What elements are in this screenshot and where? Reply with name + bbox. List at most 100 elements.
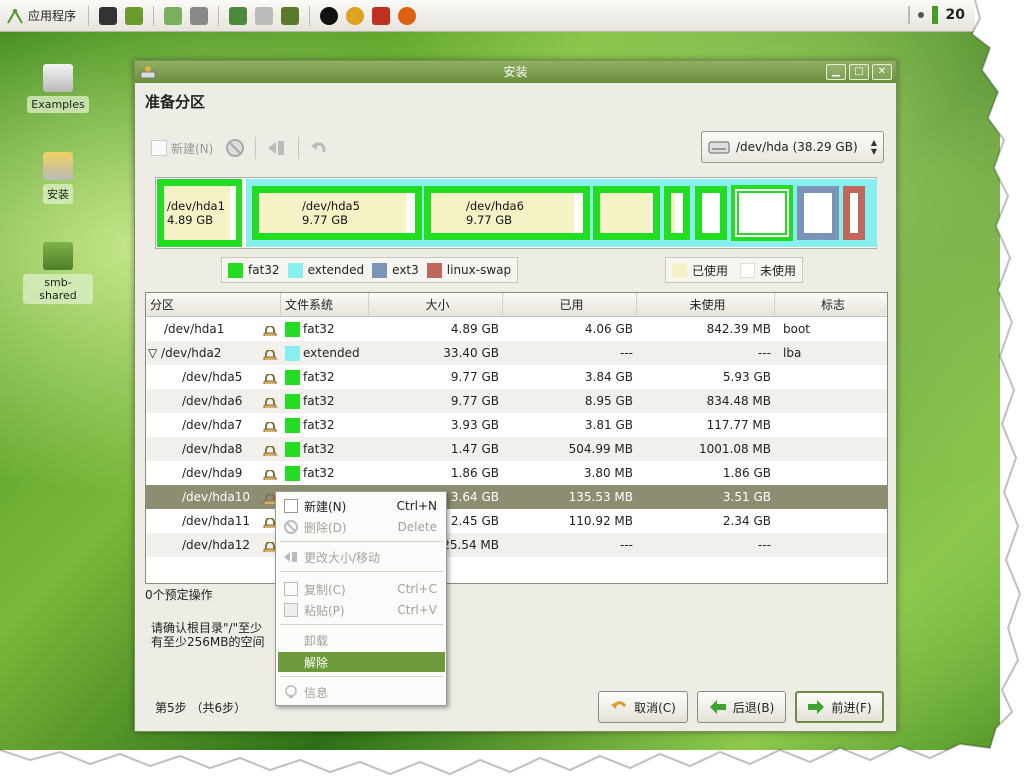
partition-map-hda6[interactable]: /dev/hda6 9.77 GB: [424, 186, 590, 240]
menu-item-copy[interactable]: 复制(C) Ctrl+C: [278, 579, 445, 599]
menu-item-paste[interactable]: 粘贴(P) Ctrl+V: [278, 600, 445, 620]
paste-icon: [284, 603, 298, 617]
maximize-button[interactable]: □: [849, 64, 869, 80]
table-row[interactable]: /dev/hda9 fat32 1.86 GB 3.80 MB 1.86 GB: [146, 461, 887, 485]
firefox-icon[interactable]: [398, 6, 417, 25]
scanner-icon[interactable]: [190, 6, 209, 25]
desktop-icon-smb-shared[interactable]: smb-shared: [23, 242, 93, 304]
filesystem-swatch: [285, 441, 300, 457]
table-row[interactable]: /dev/hda7 fat32 3.93 GB 3.81 GB 117.77 MB: [146, 413, 887, 437]
desktop-icon-installer[interactable]: 安装: [23, 152, 93, 204]
undo-button[interactable]: [303, 138, 335, 158]
menu-item-new[interactable]: 新建(N) Ctrl+N: [278, 496, 445, 516]
column-header-used[interactable]: 已用: [503, 293, 637, 316]
partition-map-hda1-label: /dev/hda1: [167, 199, 225, 213]
root-space-warning: 请确认根目录"/"至少 有至少256MB的空间: [151, 621, 281, 649]
lock-icon: [263, 350, 277, 360]
table-row[interactable]: /dev/hda12 25.54 MB --- ---: [146, 533, 887, 557]
unused-cell: 834.48 MB: [706, 394, 771, 408]
partition-map-hda7[interactable]: [593, 186, 660, 240]
arrow-left-icon: [709, 700, 726, 714]
filesystem-swatch: [285, 345, 300, 361]
penguin-icon[interactable]: [320, 6, 339, 25]
partition-map-extended[interactable]: /dev/hda5 9.77 GB /dev/hda6 9.77 GB: [246, 179, 877, 247]
terminal-icon[interactable]: [99, 6, 118, 25]
menu-item-delete[interactable]: 删除(D) Delete: [278, 517, 445, 537]
partition-map-hda12[interactable]: [843, 186, 865, 240]
menu-item-label: 信息: [304, 685, 329, 700]
table-row[interactable]: /dev/hda8 fat32 1.47 GB 504.99 MB 1001.08 MB: [146, 437, 887, 461]
partition-map-hda8[interactable]: [664, 186, 690, 240]
device-selector[interactable]: /dev/hda (38.29 GB) ▲ ▼: [701, 131, 884, 163]
column-header-filesystem[interactable]: 文件系统: [281, 293, 369, 316]
partition-map-hda9[interactable]: [695, 186, 727, 240]
menu-item-info[interactable]: 信息: [278, 682, 445, 702]
partition-cell: /dev/hda12: [146, 538, 281, 552]
partition-name: /dev/hda5: [182, 370, 243, 384]
harddisk-icon: [708, 141, 730, 154]
partition-map-hda10[interactable]: [731, 185, 793, 241]
panel-separator: [88, 5, 90, 26]
table-row[interactable]: /dev/hda10 3.64 GB 135.53 MB 3.51 GB: [146, 485, 887, 509]
table-row[interactable]: /dev/hda5 fat32 9.77 GB 3.84 GB 5.93 GB: [146, 365, 887, 389]
unused-cell: 2.34 GB: [722, 514, 771, 528]
delete-partition-button[interactable]: [219, 138, 251, 158]
menu-item-resize-move[interactable]: 更改大小/移动: [278, 547, 445, 567]
filesystem-cell: fat32: [281, 465, 369, 481]
star-icon[interactable]: [372, 6, 391, 25]
partition-cell: /dev/hda6: [146, 394, 281, 408]
legend-swatch: [740, 262, 756, 278]
clock[interactable]: 20: [946, 7, 965, 23]
column-header-partition[interactable]: 分区: [146, 293, 281, 316]
table-row[interactable]: /dev/hda1 fat32 4.89 GB 4.06 GB 842.39 MB boo…: [146, 317, 887, 341]
back-button[interactable]: 后退(B): [697, 691, 786, 723]
copy-icon: [284, 582, 298, 596]
books-icon[interactable]: [281, 6, 300, 25]
partition-map-hda11[interactable]: [797, 186, 839, 240]
document-viewer-icon[interactable]: [255, 6, 274, 25]
filesystem-cell: extended: [281, 345, 369, 361]
network-icon[interactable]: [917, 12, 924, 18]
resize-move-button[interactable]: [260, 138, 294, 158]
close-button[interactable]: ✕: [872, 64, 892, 80]
table-row[interactable]: /dev/hda6 fat32 9.77 GB 8.95 GB 834.48 MB: [146, 389, 887, 413]
partition-map-hda1[interactable]: /dev/hda1 4.89 GB: [157, 179, 242, 247]
column-header-unused[interactable]: 未使用: [637, 293, 775, 316]
new-partition-button[interactable]: 新建(N): [145, 140, 219, 157]
partition-cell: /dev/hda9: [146, 466, 281, 480]
volume-icon[interactable]: [931, 6, 938, 24]
menu-item-release[interactable]: 解除: [278, 652, 445, 672]
installer-icon: [140, 66, 156, 79]
file-manager-icon[interactable]: [125, 6, 144, 25]
cancel-button[interactable]: 取消(C): [598, 691, 688, 723]
applications-menu[interactable]: 应用程序: [6, 7, 76, 25]
partition-cell: /dev/hda7: [146, 418, 281, 432]
forward-button[interactable]: 前进(F): [795, 691, 884, 723]
settings-tools-icon[interactable]: [229, 6, 248, 25]
filesystem-name: fat32: [303, 418, 335, 432]
column-header-size[interactable]: 大小: [369, 293, 503, 316]
desktop-icon-examples[interactable]: Examples: [23, 64, 93, 113]
legend-label: ext3: [392, 263, 419, 277]
lock-icon: [263, 374, 277, 384]
expander-icon[interactable]: ▽: [148, 346, 161, 360]
desktop-icon-label: Examples: [27, 96, 89, 113]
flag-cell: boot: [783, 322, 811, 336]
partition-name: /dev/hda9: [182, 466, 243, 480]
minimize-button[interactable]: ▁: [826, 64, 846, 80]
window-titlebar[interactable]: 安装 ▁ □ ✕: [135, 61, 896, 83]
column-header-flags[interactable]: 标志: [775, 293, 887, 316]
chat-icon[interactable]: [346, 6, 365, 25]
table-row[interactable]: ▽ /dev/hda2 extended 33.40 GB --- --- lba: [146, 341, 887, 365]
filesystem-name: extended: [303, 346, 360, 360]
partition-map-hda5[interactable]: /dev/hda5 9.77 GB: [252, 186, 422, 240]
partition-map-hda6-label: /dev/hda6: [466, 199, 524, 213]
table-row[interactable]: /dev/hda11 2.45 GB 110.92 MB 2.34 GB: [146, 509, 887, 533]
filesystem-name: fat32: [303, 322, 335, 336]
menu-item-unmount[interactable]: 卸载: [278, 630, 445, 650]
legend-swatch: [672, 262, 687, 278]
menu-item-label: 解除: [304, 655, 329, 670]
filesystem-name: fat32: [303, 466, 335, 480]
music-icon[interactable]: [164, 6, 183, 25]
used-cell: ---: [620, 346, 633, 360]
